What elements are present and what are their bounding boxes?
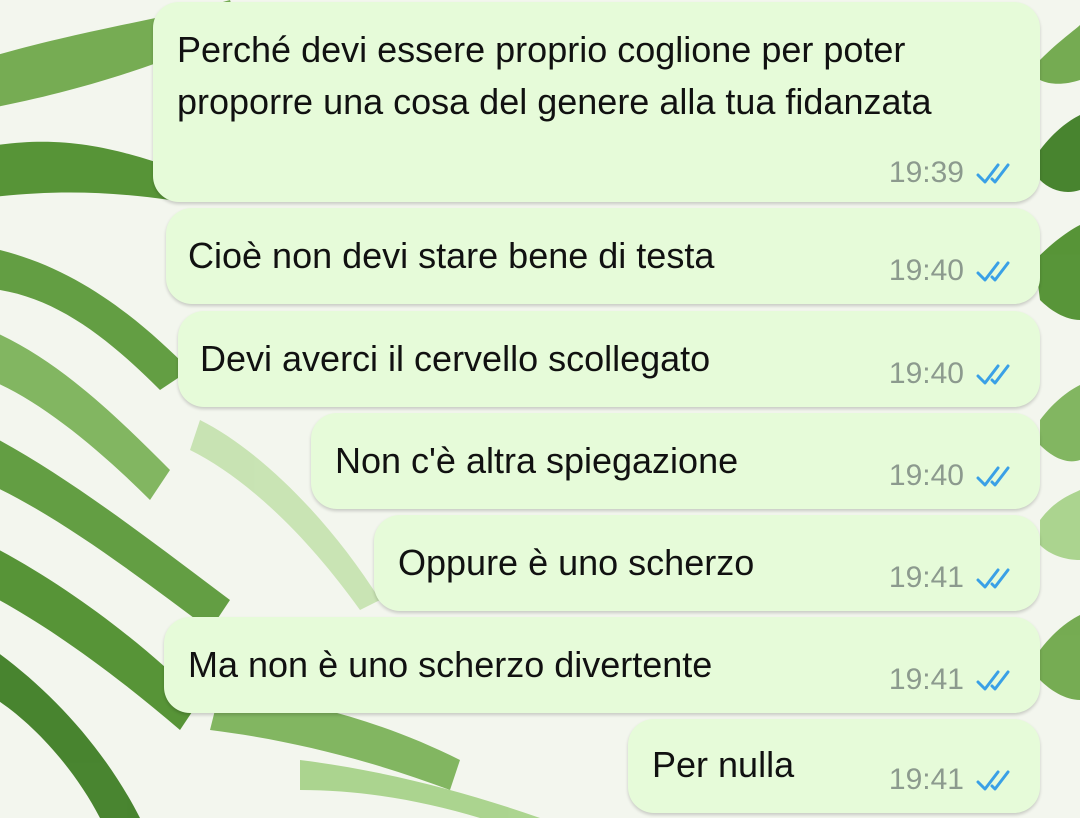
message-meta: 19:41: [889, 765, 1016, 795]
read-double-check-icon: [976, 163, 1010, 184]
message-text: Devi averci il cervello scollegato: [200, 338, 711, 379]
message-text: Perché devi essere proprio coglione per …: [177, 29, 932, 122]
message-time: 19:41: [888, 561, 964, 594]
message-bubble[interactable]: Ma non è uno scherzo divertente 19:41: [164, 617, 1040, 713]
message-bubble[interactable]: Per nulla 19:41: [628, 719, 1040, 813]
read-double-check-icon: [976, 670, 1010, 691]
read-double-check-icon: [976, 770, 1010, 791]
message-meta: 19:40: [889, 256, 1016, 286]
read-double-check-icon: [976, 466, 1010, 487]
message-time: 19:39: [888, 156, 964, 189]
message-bubble[interactable]: Devi averci il cervello scollegato 19:40: [178, 311, 1040, 407]
message-meta: 19:40: [889, 359, 1016, 389]
message-time: 19:41: [888, 663, 964, 696]
message-text: Ma non è uno scherzo divertente: [188, 644, 713, 685]
message-meta: 19:41: [889, 563, 1016, 593]
message-bubble[interactable]: Oppure è uno scherzo 19:41: [374, 515, 1040, 611]
message-text: Oppure è uno scherzo: [398, 542, 755, 583]
message-time: 19:40: [888, 357, 964, 390]
read-double-check-icon: [976, 568, 1010, 589]
message-bubble[interactable]: Cioè non devi stare bene di testa 19:40: [166, 208, 1040, 304]
read-double-check-icon: [976, 364, 1010, 385]
message-bubble[interactable]: Non c'è altra spiegazione 19:40: [311, 413, 1040, 509]
message-meta: 19:41: [889, 665, 1016, 695]
message-text: Cioè non devi stare bene di testa: [188, 235, 715, 276]
message-list[interactable]: Perché devi essere proprio coglione per …: [0, 0, 1080, 818]
message-text: Non c'è altra spiegazione: [335, 440, 739, 481]
message-time: 19:41: [888, 763, 964, 796]
message-meta: 19:39: [889, 158, 1016, 188]
read-double-check-icon: [976, 261, 1010, 282]
message-meta: 19:40: [889, 461, 1016, 491]
message-time: 19:40: [888, 459, 964, 492]
message-bubble[interactable]: Perché devi essere proprio coglione per …: [153, 2, 1040, 202]
message-text: Per nulla: [652, 744, 795, 785]
message-time: 19:40: [888, 254, 964, 287]
